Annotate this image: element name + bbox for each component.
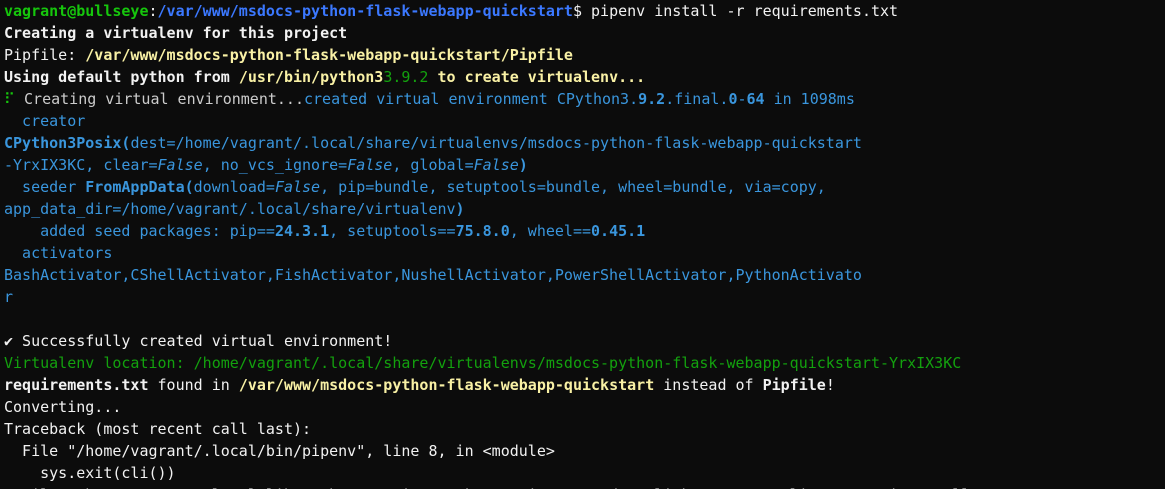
terminal-line: -YrxIX3KC, clear=False, no_vcs_ignore=Fa… [4, 154, 1161, 176]
terminal-text-segment: dest=/home/vagrant/.local/share/virtuale… [130, 134, 862, 152]
terminal-text-segment: ! [825, 376, 835, 394]
terminal-line: activators [4, 242, 1161, 264]
terminal-text-segment: Successfully created virtual environment… [13, 332, 393, 350]
terminal-text-segment: Pipfile: [4, 46, 86, 64]
terminal-text-segment: ⠏ [4, 90, 15, 108]
terminal-text-segment: Creating virtual environment... [15, 90, 304, 108]
terminal-text-segment: ( [184, 178, 194, 196]
terminal-text-segment: 0.45.1 [591, 222, 646, 240]
terminal-text-segment: , setuptools== [329, 222, 456, 240]
terminal-line: Using default python from /usr/bin/pytho… [4, 66, 1161, 88]
terminal-text-segment: , wheel== [509, 222, 592, 240]
terminal-text-segment: Traceback (most recent call last): [4, 420, 312, 438]
terminal-text-segment: $ pipenv install -r requirements.txt [572, 2, 899, 20]
terminal-text-segment: instead of [654, 376, 763, 394]
terminal-window[interactable]: vagrant@bullseye:/var/www/msdocs-python-… [0, 0, 1165, 489]
terminal-text-segment: created virtual environment CPython3. [303, 90, 639, 108]
terminal-text-segment: r [4, 288, 14, 306]
terminal-text-segment: Using default python from [4, 68, 239, 86]
terminal-text-segment: - [737, 90, 747, 108]
terminal-text-segment: /usr/bin/python3 [238, 68, 384, 86]
terminal-text-segment: , no_vcs_ignore= [202, 156, 348, 174]
terminal-text-segment: ) [518, 156, 528, 174]
terminal-text-segment: .final. [665, 90, 729, 108]
terminal-text-segment: ✔ [4, 332, 14, 350]
terminal-text-segment: app_data_dir=/home/vagrant/.local/share/… [4, 200, 456, 218]
terminal-line: Creating a virtualenv for this project [4, 22, 1161, 44]
terminal-text-segment: requirements.txt [4, 376, 149, 394]
terminal-line: requirements.txt found in /var/www/msdoc… [4, 374, 1161, 396]
terminal-text-segment: vagrant@bullseye [4, 2, 149, 20]
terminal-text-segment: File "/home/vagrant/.local/bin/pipenv", … [4, 442, 555, 460]
terminal-line: CPython3Posix(dest=/home/vagrant/.local/… [4, 132, 1161, 154]
terminal-text-segment: 9.2 [638, 90, 666, 108]
terminal-line: r [4, 286, 1161, 308]
terminal-text-segment: activators [4, 244, 122, 262]
terminal-text-segment: Creating a virtualenv for this project [4, 24, 348, 42]
terminal-text-segment: , global= [392, 156, 474, 174]
terminal-line: creator [4, 110, 1161, 132]
terminal-text-segment: False [274, 178, 321, 196]
terminal-line: File "/home/vagrant/.local/bin/pipenv", … [4, 440, 1161, 462]
terminal-line: Pipfile: /var/www/msdocs-python-flask-we… [4, 44, 1161, 66]
terminal-output: vagrant@bullseye:/var/www/msdocs-python-… [4, 0, 1161, 489]
terminal-text-segment: Virtualenv location: /home/vagrant/.loca… [4, 354, 962, 372]
terminal-line: added seed packages: pip==24.3.1, setupt… [4, 220, 1161, 242]
terminal-line: vagrant@bullseye:/var/www/msdocs-python-… [4, 0, 1161, 22]
terminal-text-segment: False [157, 156, 203, 174]
terminal-line: File "/home/vagrant/.local/lib/python3.9… [4, 484, 1161, 489]
terminal-text-segment: seeder [4, 178, 86, 196]
terminal-text-segment: ) [455, 200, 465, 218]
terminal-text-segment: , pip=bundle, setuptools=bundle, wheel=b… [320, 178, 826, 196]
terminal-text-segment: /var/www/msdocs-python-flask-webapp-quic… [238, 376, 655, 394]
terminal-text-segment: 24.3.1 [274, 222, 330, 240]
terminal-text-segment: 75.8.0 [455, 222, 510, 240]
terminal-text-segment: Pipfile [762, 376, 826, 394]
terminal-text-segment: /var/www/msdocs-python-flask-webapp-quic… [157, 2, 573, 20]
terminal-text-segment: False [473, 156, 519, 174]
terminal-text-segment: creator [4, 112, 95, 130]
terminal-text-segment: sys.exit(cli()) [4, 464, 176, 482]
terminal-line: seeder FromAppData(download=False, pip=b… [4, 176, 1161, 198]
terminal-line: ⠏ Creating virtual environment...created… [4, 88, 1161, 110]
terminal-line: app_data_dir=/home/vagrant/.local/share/… [4, 198, 1161, 220]
terminal-text-segment: to create virtualenv... [428, 68, 646, 86]
terminal-text-segment: found in [148, 376, 239, 394]
terminal-line: Virtualenv location: /home/vagrant/.loca… [4, 352, 1161, 374]
terminal-text-segment: download= [193, 178, 275, 196]
terminal-text-segment: in 1098ms [764, 90, 855, 108]
terminal-text-segment: FromAppData [85, 178, 185, 196]
terminal-line: BashActivator,CShellActivator,FishActiva… [4, 264, 1161, 286]
terminal-text-segment: Converting... [4, 398, 122, 416]
terminal-line: sys.exit(cli()) [4, 462, 1161, 484]
terminal-text-segment: CPython3Posix [4, 134, 122, 152]
terminal-line: ✔ Successfully created virtual environme… [4, 330, 1161, 352]
terminal-text-segment: 64 [746, 90, 765, 108]
terminal-text-segment: 3.9.2 [383, 68, 429, 86]
terminal-text-segment: : [148, 2, 158, 20]
terminal-line: Traceback (most recent call last): [4, 418, 1161, 440]
terminal-text-segment: added seed packages: pip== [4, 222, 275, 240]
terminal-text-segment: False [347, 156, 393, 174]
terminal-text-segment: /var/www/msdocs-python-flask-webapp-quic… [85, 46, 573, 64]
terminal-line: Converting... [4, 396, 1161, 418]
terminal-text-segment: -YrxIX3KC, clear= [4, 156, 158, 174]
terminal-text-segment: BashActivator,CShellActivator,FishActiva… [4, 266, 862, 284]
